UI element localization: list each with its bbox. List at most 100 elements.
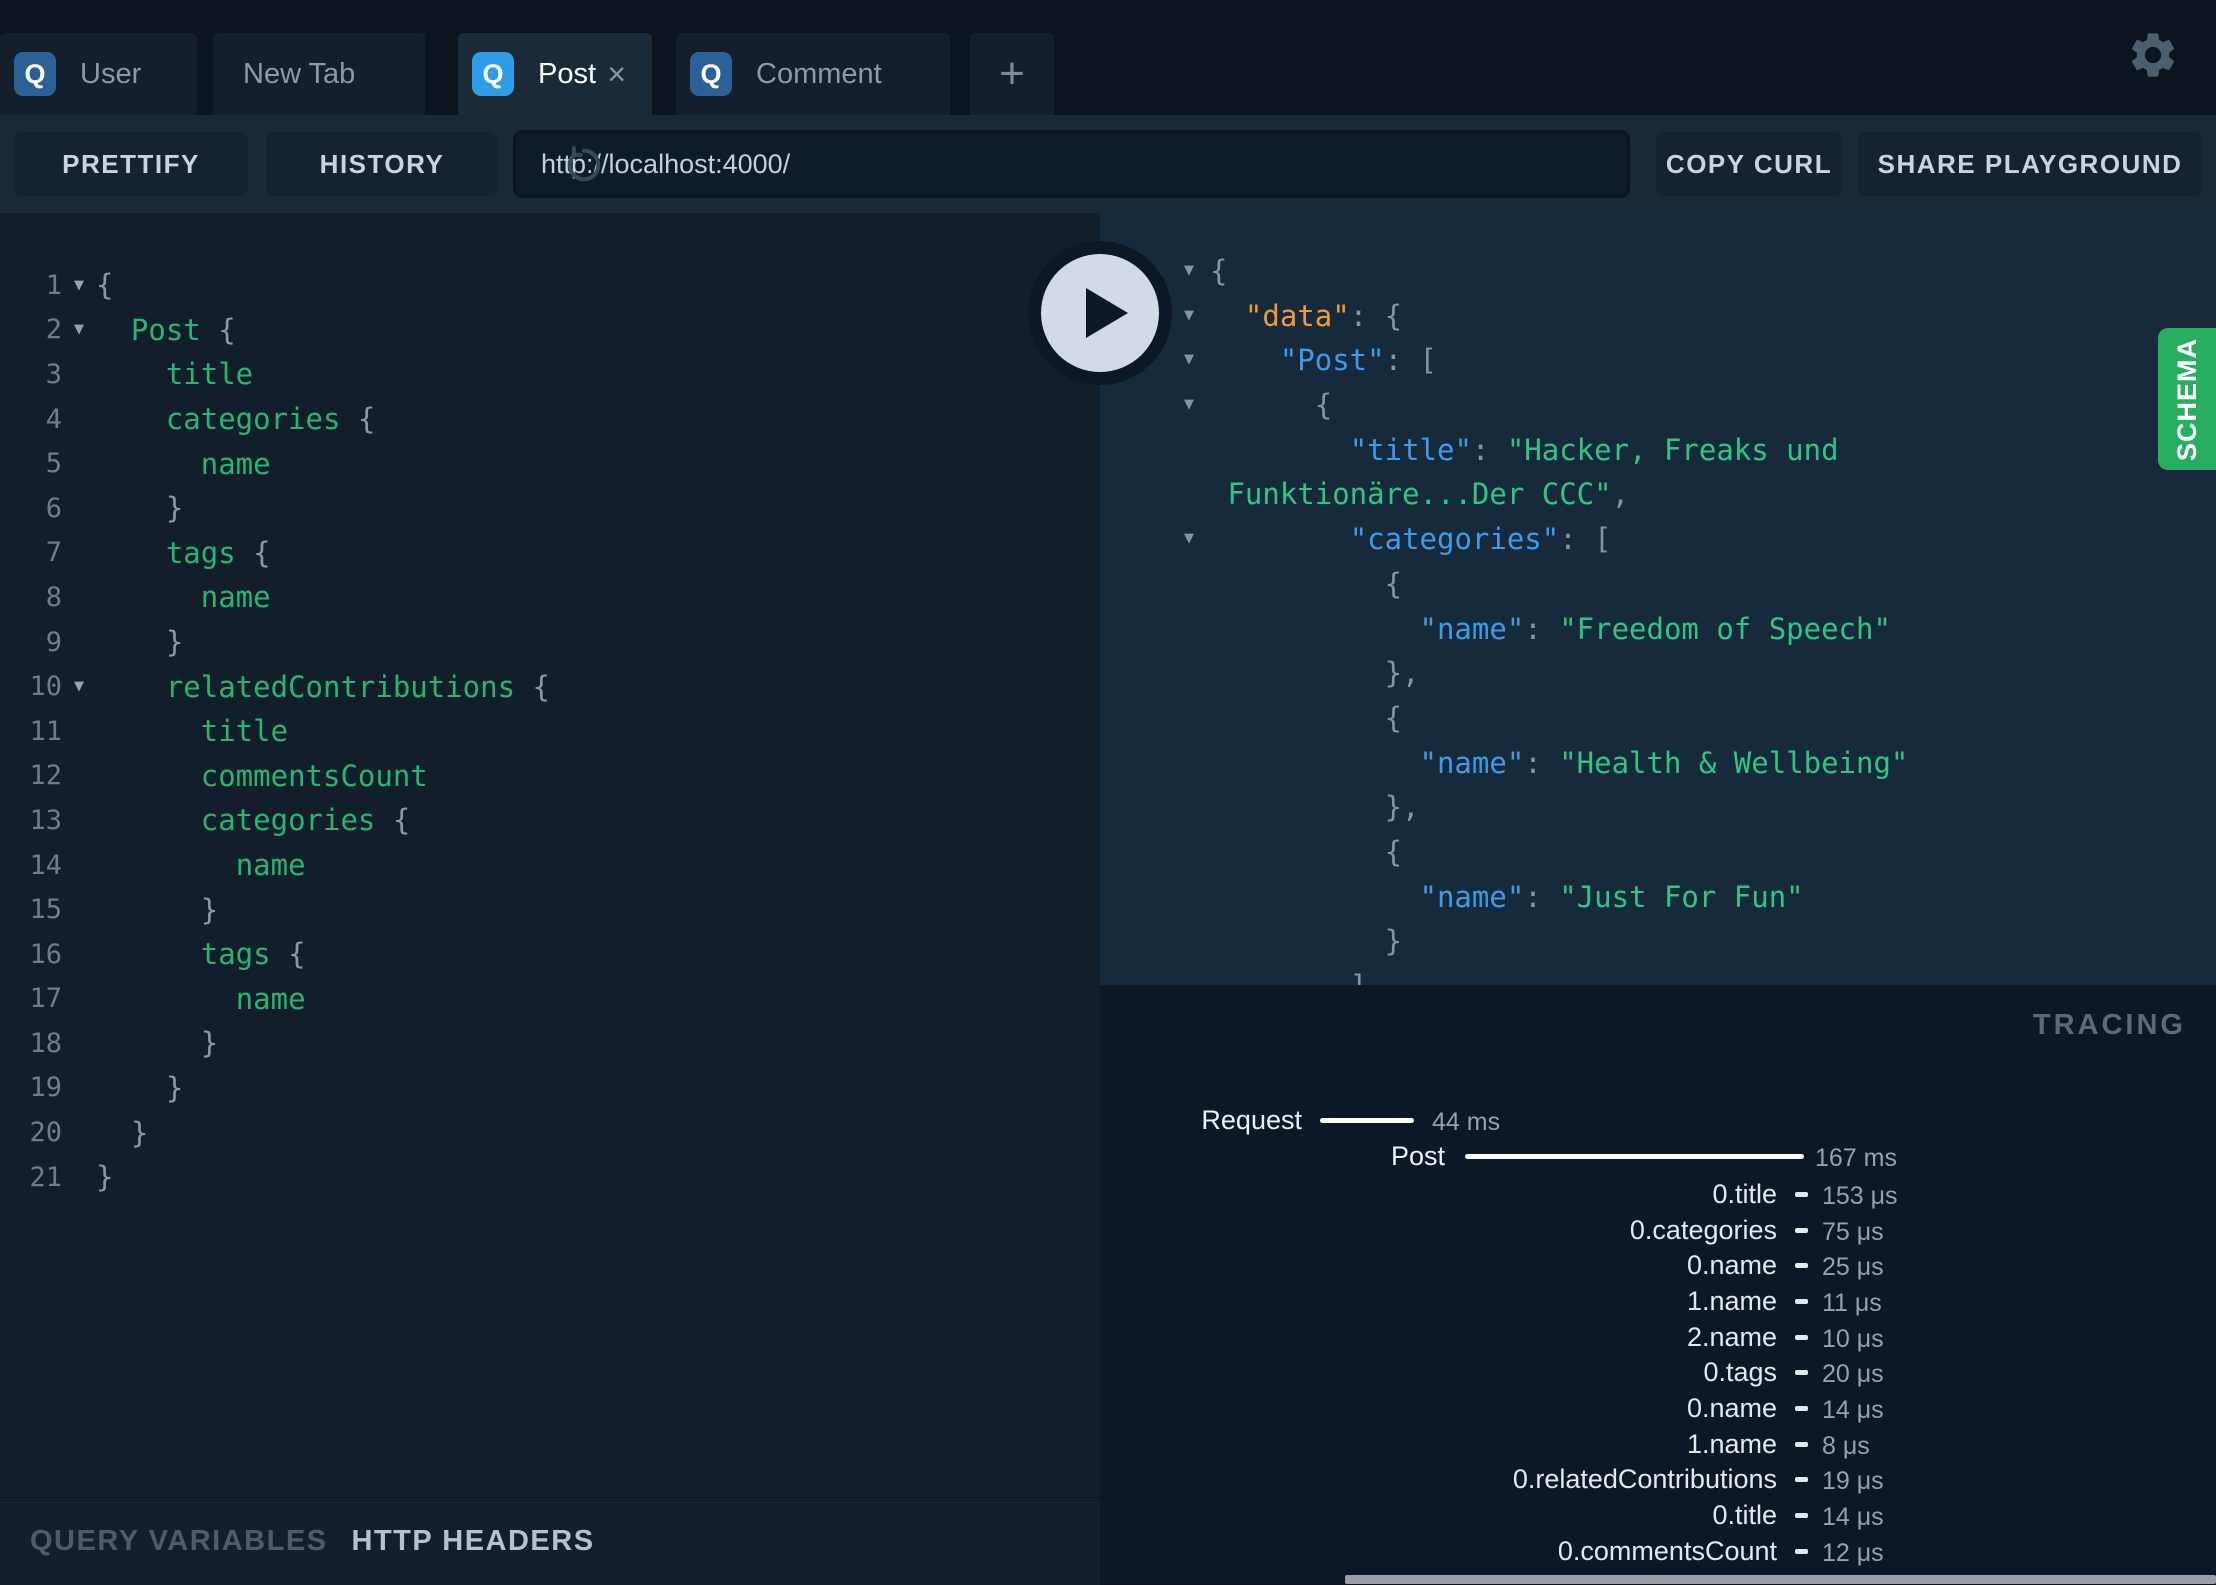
toolbar: PRETTIFY HISTORY http://localhost:4000/ … bbox=[0, 115, 2216, 213]
code-text: name bbox=[235, 981, 306, 1016]
prettify-button[interactable]: PRETTIFY bbox=[14, 132, 248, 196]
trace-duration-value: 25 μs bbox=[1822, 1253, 1884, 1282]
trace-duration-value: 14 μs bbox=[1822, 1502, 1884, 1531]
response-pane[interactable]: ▼{▼ "data": {▼ "Post": [▼ { "title": "Ha… bbox=[1100, 213, 2216, 985]
code-text: title bbox=[165, 357, 254, 392]
line-number: 17 bbox=[29, 983, 62, 1015]
response-line: ▼ "data": { bbox=[1100, 294, 2216, 339]
fold-arrow-icon[interactable]: ▼ bbox=[62, 679, 96, 694]
response-line: { bbox=[1100, 562, 2216, 607]
line-number: 20 bbox=[29, 1117, 62, 1149]
line-number: 10 bbox=[29, 671, 62, 703]
trace-duration-bar bbox=[1465, 1154, 1804, 1159]
tracing-title[interactable]: TRACING bbox=[2033, 1009, 2186, 1042]
trace-duration-value: 167 ms bbox=[1815, 1144, 1897, 1172]
fold-arrow-icon[interactable]: ▼ bbox=[1184, 249, 1194, 294]
query-editor-pane[interactable]: 1 ▼{2 ▼ Post {3 title 4 categories {5 name 6… bbox=[0, 213, 1100, 1497]
play-icon bbox=[1041, 254, 1159, 372]
trace-row: 0.title 14 μs bbox=[1100, 1500, 2216, 1531]
trace-row: 0.relatedContributions 19 μs bbox=[1100, 1464, 2216, 1495]
new-tab-button[interactable]: + bbox=[970, 33, 1054, 115]
fold-arrow-icon[interactable]: ▼ bbox=[62, 322, 96, 337]
response-line: ▼ { bbox=[1100, 383, 2216, 428]
line-number: 9 bbox=[45, 626, 62, 658]
response-text: }, bbox=[1210, 790, 1420, 825]
editor-line: 9 } bbox=[0, 620, 1100, 665]
editor-line: 6 } bbox=[0, 486, 1100, 531]
fold-arrow-icon[interactable]: ▼ bbox=[1184, 294, 1194, 339]
line-number: 8 bbox=[45, 581, 62, 613]
code-text: relatedContributions { bbox=[165, 669, 550, 704]
response-text: } bbox=[1210, 924, 1403, 959]
editor-line: 17 name bbox=[0, 977, 1100, 1022]
tab-user[interactable]: Q User bbox=[0, 33, 197, 115]
trace-duration-bar bbox=[1795, 1227, 1808, 1233]
tab-label: Comment bbox=[756, 57, 882, 90]
editor-line: 21} bbox=[0, 1155, 1100, 1200]
query-badge: Q bbox=[690, 52, 732, 96]
trace-row: 1.name 8 μs bbox=[1100, 1429, 2216, 1460]
editor-bottom-bar: QUERY VARIABLES HTTP HEADERS bbox=[0, 1497, 1100, 1585]
trace-row: 0.name 25 μs bbox=[1100, 1250, 2216, 1282]
execute-query-button[interactable] bbox=[1028, 241, 1172, 385]
trace-row: 0.categories 75 μs bbox=[1100, 1215, 2216, 1246]
schema-sidebar-tab[interactable]: SCHEMA bbox=[2158, 328, 2216, 470]
trace-duration-bar bbox=[1320, 1118, 1414, 1123]
trace-duration-bar bbox=[1795, 1192, 1808, 1197]
trace-request-row: Request 44 ms bbox=[1100, 1105, 2216, 1136]
editor-line: 8 name bbox=[0, 575, 1100, 620]
tab-comment[interactable]: Q Comment bbox=[676, 33, 950, 115]
trace-duration-value: 11 μs bbox=[1822, 1288, 1882, 1317]
trace-duration-bar bbox=[1795, 1263, 1808, 1269]
code-text: categories { bbox=[200, 803, 411, 838]
response-text: { bbox=[1210, 254, 1228, 288]
response-line: "name": "Health & Wellbeing" bbox=[1100, 741, 2216, 786]
editor-line: 1 ▼{ bbox=[0, 263, 1100, 308]
trace-label: 2.name bbox=[1686, 1321, 1777, 1352]
line-number: 5 bbox=[45, 448, 62, 480]
editor-line: 12 commentsCount bbox=[0, 754, 1100, 799]
trace-duration-bar bbox=[1795, 1298, 1808, 1304]
query-badge: Q bbox=[472, 52, 514, 96]
trace-duration-value: 75 μs bbox=[1822, 1217, 1884, 1246]
fold-arrow-icon[interactable]: ▼ bbox=[1184, 338, 1194, 383]
tab-post[interactable]: Q Post × bbox=[458, 33, 652, 115]
editor-line: 3 title bbox=[0, 352, 1100, 397]
code-text: commentsCount bbox=[200, 758, 428, 793]
query-editor-code: 1 ▼{2 ▼ Post {3 title 4 categories {5 name 6… bbox=[0, 213, 1100, 1199]
tab-new-tab[interactable]: New Tab bbox=[213, 33, 425, 115]
fold-arrow-icon[interactable]: ▼ bbox=[1184, 517, 1194, 562]
fold-arrow-icon[interactable]: ▼ bbox=[1184, 383, 1194, 428]
editor-line: 16 tags { bbox=[0, 932, 1100, 977]
tracing-horizontal-scrollbar[interactable] bbox=[1345, 1575, 2216, 1584]
response-text: "Post": [ bbox=[1279, 343, 1437, 378]
share-playground-button[interactable]: SHARE PLAYGROUND bbox=[1858, 132, 2202, 196]
line-number: 13 bbox=[29, 804, 62, 836]
trace-label: Request bbox=[1201, 1105, 1302, 1135]
close-tab-icon[interactable]: × bbox=[607, 58, 626, 90]
trace-duration-value: 12 μs bbox=[1822, 1538, 1884, 1567]
trace-label: 0.tags bbox=[1703, 1357, 1777, 1388]
trace-label: 0.name bbox=[1686, 1250, 1777, 1281]
code-text: } bbox=[96, 1026, 219, 1061]
trace-duration-value: 20 μs bbox=[1822, 1360, 1884, 1389]
tab-label: User bbox=[80, 57, 142, 90]
editor-line: 14 name bbox=[0, 843, 1100, 888]
http-headers-toggle[interactable]: HTTP HEADERS bbox=[352, 1525, 595, 1558]
fold-arrow-icon[interactable]: ▼ bbox=[62, 278, 96, 293]
endpoint-url-input[interactable]: http://localhost:4000/ bbox=[513, 130, 1630, 198]
history-button[interactable]: HISTORY bbox=[267, 132, 497, 196]
trace-row: 0.commentsCount 12 μs bbox=[1100, 1535, 2216, 1567]
trace-label: 0.commentsCount bbox=[1557, 1535, 1777, 1566]
trace-duration-bar bbox=[1795, 1370, 1808, 1376]
query-variables-toggle[interactable]: QUERY VARIABLES bbox=[30, 1525, 328, 1558]
response-text: "categories": [ bbox=[1349, 522, 1612, 557]
line-number: 6 bbox=[45, 492, 62, 524]
response-line: ] bbox=[1100, 964, 2216, 985]
code-text: } bbox=[96, 1070, 184, 1105]
reload-schema-button[interactable] bbox=[562, 143, 606, 187]
response-line: "name": "Freedom of Speech" bbox=[1100, 607, 2216, 652]
settings-button[interactable] bbox=[2126, 28, 2180, 82]
response-json: ▼{▼ "data": {▼ "Post": [▼ { "title": "Ha… bbox=[1100, 213, 2216, 985]
copy-curl-button[interactable]: COPY CURL bbox=[1656, 132, 1842, 196]
